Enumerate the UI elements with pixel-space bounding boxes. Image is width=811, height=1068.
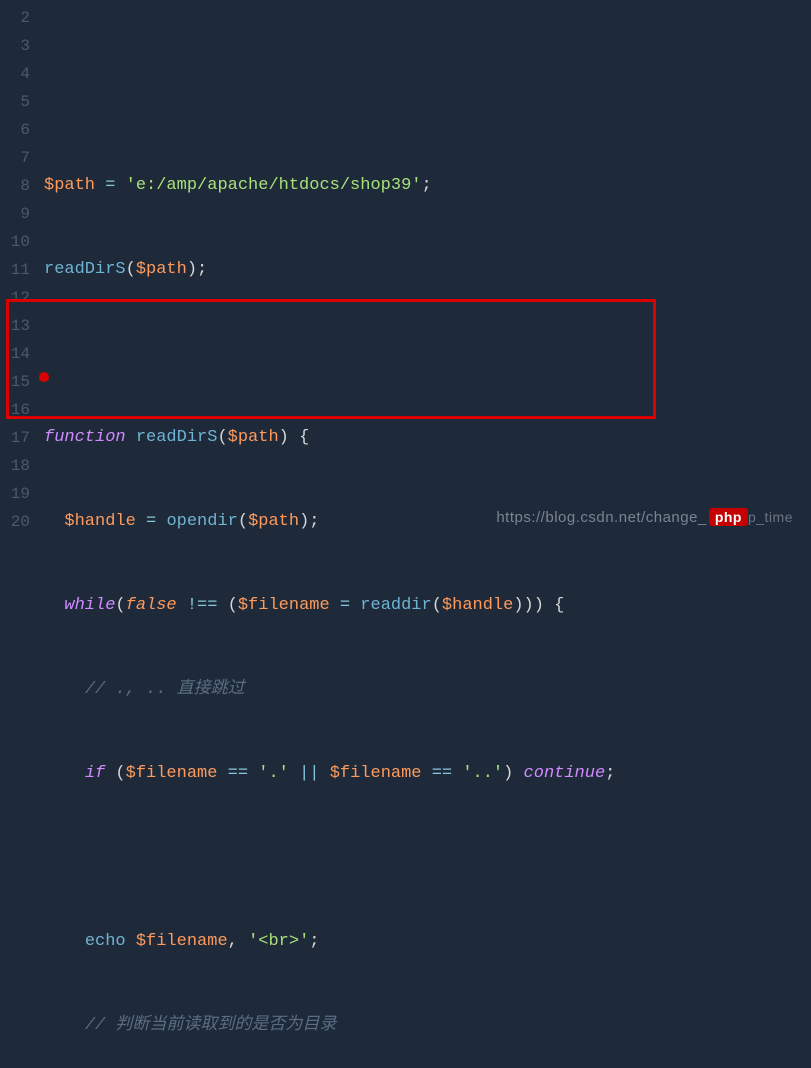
line-number: 10 <box>8 228 30 256</box>
code-area[interactable]: $path = 'e:/amp/apache/htdocs/shop39'; r… <box>44 0 811 534</box>
code-line: readDirS($path); <box>44 256 811 284</box>
code-line: echo $filename, '<br>'; <box>44 928 811 956</box>
code-line <box>44 844 811 872</box>
line-number: 6 <box>8 116 30 144</box>
line-number: 15 <box>8 368 30 396</box>
line-number: 19 <box>8 480 30 508</box>
line-number: 20 <box>8 508 30 536</box>
line-number: 17 <box>8 424 30 452</box>
line-number: 14 <box>8 340 30 368</box>
code-line: while(false !== ($filename = readdir($ha… <box>44 592 811 620</box>
code-line: $path = 'e:/amp/apache/htdocs/shop39'; <box>44 172 811 200</box>
line-number: 4 <box>8 60 30 88</box>
code-line <box>44 88 811 116</box>
code-line: function readDirS($path) { <box>44 424 811 452</box>
line-number: 2 <box>8 4 30 32</box>
code-line <box>44 340 811 368</box>
watermark-url: https://blog.csdn.net/change_ <box>496 509 706 526</box>
code-line: // 判断当前读取到的是否为目录 <box>44 1012 811 1040</box>
code-editor: 2 3 4 5 6 7 8 9 10 11 12 13 14 15 16 17 … <box>0 0 811 534</box>
watermark: https://blog.csdn.net/change_phpp_time <box>496 508 793 526</box>
line-number: 13 <box>8 312 30 340</box>
line-number: 8 <box>8 172 30 200</box>
cursor-indicator-icon <box>39 372 49 382</box>
line-number-gutter: 2 3 4 5 6 7 8 9 10 11 12 13 14 15 16 17 … <box>0 0 44 534</box>
line-number: 7 <box>8 144 30 172</box>
line-number: 9 <box>8 200 30 228</box>
watermark-badge: php <box>709 508 748 526</box>
code-line: // ., .. 直接跳过 <box>44 676 811 704</box>
code-line: if ($filename == '.' || $filename == '..… <box>44 760 811 788</box>
line-number: 16 <box>8 396 30 424</box>
watermark-tail: p_time <box>748 509 793 525</box>
line-number: 11 <box>8 256 30 284</box>
line-number: 12 <box>8 284 30 312</box>
line-number: 18 <box>8 452 30 480</box>
line-number: 5 <box>8 88 30 116</box>
line-number: 3 <box>8 32 30 60</box>
